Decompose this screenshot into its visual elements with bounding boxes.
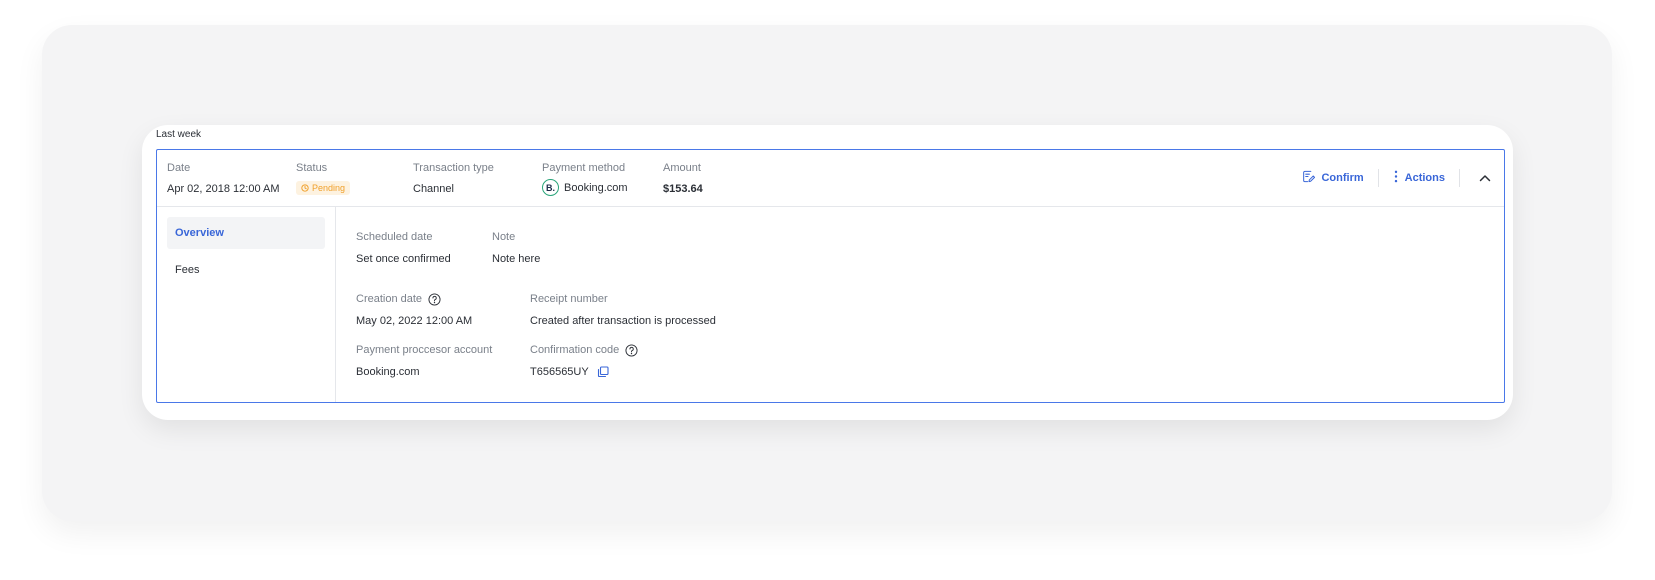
note-field: Note Note here xyxy=(492,230,540,266)
processor-account-field: Payment proccesor account Booking.com xyxy=(356,343,492,379)
type-column: Transaction type Channel xyxy=(413,161,494,197)
edit-check-icon xyxy=(1302,170,1316,186)
status-label: Status xyxy=(296,162,328,174)
receipt-number-field: Receipt number Created after transaction… xyxy=(530,292,716,328)
scheduled-date-field: Scheduled date Set once confirmed xyxy=(356,230,451,266)
type-label: Transaction type xyxy=(413,162,494,174)
creation-date-field: Creation date May 02, 2022 12:00 AM xyxy=(356,292,472,328)
date-value: Apr 02, 2018 12:00 AM xyxy=(167,183,280,195)
row-actions: Confirm Actions xyxy=(1302,150,1504,206)
actions-label: Actions xyxy=(1404,172,1445,184)
note-label: Note xyxy=(492,231,516,243)
note-value: Note here xyxy=(492,253,541,265)
amount-column: Amount $153.64 xyxy=(663,161,703,197)
date-column: Date Apr 02, 2018 12:00 AM xyxy=(167,161,280,197)
confirmation-code-value: T656565UY xyxy=(530,366,589,378)
collapse-button[interactable] xyxy=(1474,167,1496,189)
transaction-header[interactable]: Date Apr 02, 2018 12:00 AM Status Pendin… xyxy=(157,150,1504,207)
question-circle-icon[interactable] xyxy=(428,292,441,306)
divider xyxy=(1459,169,1460,187)
processor-account-value: Booking.com xyxy=(356,366,420,378)
details-content: Scheduled date Set once confirmed Note N… xyxy=(335,206,1504,402)
status-badge: Pending xyxy=(296,181,351,195)
sidebar-item-overview[interactable]: Overview xyxy=(167,217,325,249)
booking-logo: B. xyxy=(542,179,559,196)
payment-method-value: Booking.com xyxy=(564,181,628,194)
actions-button[interactable]: Actions xyxy=(1393,170,1445,186)
payment-method-column: Payment method B. Booking.com xyxy=(542,161,628,196)
processor-account-label: Payment proccesor account xyxy=(356,344,493,356)
type-value: Channel xyxy=(413,183,454,195)
receipt-number-label: Receipt number xyxy=(530,293,608,305)
creation-date-label: Creation date xyxy=(356,293,423,305)
confirmation-code-label: Confirmation code xyxy=(530,344,620,356)
status-text: Pending xyxy=(312,183,346,193)
transactions-card: Last week Date Apr 02, 2018 12:00 AM Sta… xyxy=(142,125,1513,420)
divider xyxy=(1377,169,1379,187)
group-label: Last week xyxy=(156,129,202,140)
status-column: Status Pending xyxy=(296,161,351,195)
scheduled-date-value: Set once confirmed xyxy=(356,253,451,265)
confirm-label: Confirm xyxy=(1321,172,1364,184)
copy-icon[interactable] xyxy=(597,366,609,378)
scheduled-date-label: Scheduled date xyxy=(356,231,433,243)
confirm-button[interactable]: Confirm xyxy=(1302,170,1364,186)
amount-label: Amount xyxy=(663,162,701,174)
amount-value: $153.64 xyxy=(663,183,703,195)
confirmation-code-field: Confirmation code T656565UY xyxy=(530,343,638,379)
details-sidebar: Overview Fees xyxy=(157,206,336,402)
sidebar-item-fees[interactable]: Fees xyxy=(167,254,325,286)
receipt-number-value: Created after transaction is processed xyxy=(530,315,716,327)
chevron-up-icon xyxy=(1479,169,1491,187)
transaction-row-expanded[interactable]: Date Apr 02, 2018 12:00 AM Status Pendin… xyxy=(156,149,1505,403)
date-label: Date xyxy=(167,162,191,174)
payment-method-label: Payment method xyxy=(542,162,626,174)
question-circle-icon[interactable] xyxy=(625,343,638,357)
more-vertical-icon xyxy=(1393,170,1399,186)
clock-icon xyxy=(301,184,309,192)
creation-date-value: May 02, 2022 12:00 AM xyxy=(356,315,473,327)
